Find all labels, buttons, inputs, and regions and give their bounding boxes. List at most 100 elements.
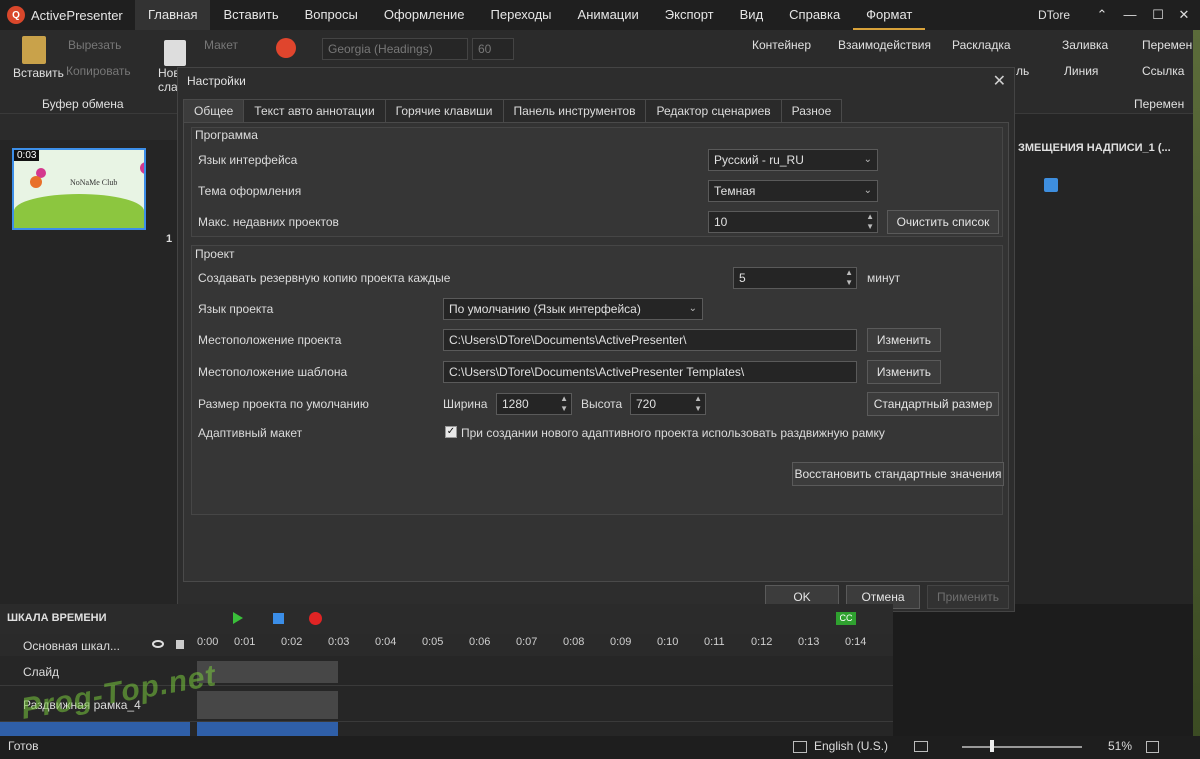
fit-window-icon[interactable] — [1146, 741, 1159, 753]
tab-general[interactable]: Общее — [183, 99, 245, 123]
width-value: 1280 — [502, 397, 529, 411]
adaptive-checkbox[interactable]: ✓ — [445, 426, 457, 438]
view-mode-icon[interactable] — [914, 741, 928, 752]
paste-icon[interactable] — [22, 36, 46, 64]
zoom-slider-handle[interactable] — [990, 740, 994, 752]
menu-insert[interactable]: Вставить — [210, 0, 291, 30]
timeline-ruler[interactable]: 0:00 0:01 0:02 0:03 0:04 0:05 0:06 0:07 … — [195, 634, 893, 656]
dialog-close-icon[interactable]: ✕ — [993, 71, 1006, 91]
status-text: Готов — [8, 739, 39, 753]
tab-toolbar[interactable]: Панель инструментов — [503, 99, 647, 123]
width-spinner[interactable]: 1280 ▲ ▼ — [496, 393, 572, 415]
container-button[interactable]: Контейнер — [752, 38, 811, 52]
desktop-background — [1193, 30, 1200, 759]
ui-language-label: Язык интерфейса — [198, 153, 298, 167]
closed-caption-icon[interactable]: CC — [836, 612, 856, 625]
shape-icon[interactable] — [276, 38, 296, 58]
line-button[interactable]: Линия — [1064, 64, 1098, 78]
tick-label: 0:10 — [657, 636, 679, 648]
fill-button[interactable]: Заливка — [1062, 38, 1108, 52]
project-language-select[interactable]: По умолчанию (Язык интерфейса) ⌄ — [443, 298, 703, 320]
slide-track-bar[interactable] — [197, 661, 338, 683]
menu-home[interactable]: Главная — [135, 0, 211, 30]
spinner-arrows-icon[interactable]: ▲ ▼ — [845, 268, 853, 288]
app-title: ActivePresenter — [31, 7, 123, 23]
menu-format[interactable]: Формат — [853, 0, 926, 30]
menu-export[interactable]: Экспорт — [652, 0, 727, 30]
paste-button[interactable]: Вставить — [13, 66, 64, 80]
eye-icon[interactable] — [152, 640, 164, 648]
new-slide-icon[interactable] — [164, 40, 186, 66]
dialog-titlebar: Настройки ✕ — [178, 68, 1014, 94]
spinner-arrows-icon[interactable]: ▲ ▼ — [866, 212, 874, 232]
copy-button[interactable]: Копировать — [66, 64, 131, 78]
menu-transitions[interactable]: Переходы — [478, 0, 565, 30]
cut-button[interactable]: Вырезать — [68, 38, 121, 52]
record-icon[interactable] — [309, 612, 322, 625]
menu-view[interactable]: Вид — [727, 0, 777, 30]
theme-value: Темная — [714, 184, 756, 198]
recent-projects-spinner[interactable]: 10 ▲ ▼ — [708, 211, 878, 233]
ribbon-collapse-icon[interactable]: ⌃ — [1088, 0, 1116, 30]
menu-animations[interactable]: Анимации — [565, 0, 652, 30]
lock-icon[interactable] — [176, 640, 184, 649]
tick-label: 0:11 — [704, 636, 725, 648]
selected-track-bar[interactable] — [197, 722, 338, 736]
ui-language-select[interactable]: Русский - ru_RU ⌄ — [708, 149, 878, 171]
tick-label: 0:14 — [845, 636, 867, 648]
change-project-location-button[interactable]: Изменить — [867, 328, 941, 352]
tick-label: 0:07 — [516, 636, 538, 648]
tab-script-editor[interactable]: Редактор сценариев — [646, 99, 782, 123]
play-icon[interactable] — [233, 612, 243, 624]
backup-unit: минут — [867, 271, 901, 285]
chevron-down-icon: ⌄ — [688, 303, 697, 314]
backup-spinner[interactable]: 5 ▲ ▼ — [733, 267, 857, 289]
slide-duration: 0:03 — [14, 150, 40, 161]
dialog-tabs: Общее Текст авто аннотации Горячие клави… — [183, 99, 843, 123]
keyboard-icon[interactable] — [793, 741, 807, 753]
tab-misc[interactable]: Разное — [781, 99, 843, 123]
properties-panel — [1015, 114, 1200, 604]
font-size-select[interactable]: 60 — [472, 38, 514, 60]
user-name[interactable]: DTore — [1038, 0, 1070, 30]
tab-hotkeys[interactable]: Горячие клавиши — [385, 99, 504, 123]
maximize-button[interactable]: ☐ — [1144, 0, 1172, 30]
chevron-down-icon: ⌄ — [863, 154, 872, 165]
tab-auto-annotation[interactable]: Текст авто аннотации — [244, 99, 386, 123]
minimize-button[interactable]: — — [1116, 0, 1144, 30]
properties-title: ЗМЕЩЕНИЯ НАДПИСИ_1 (... — [1018, 142, 1171, 154]
close-button[interactable]: ✕ — [1170, 0, 1198, 30]
tick-label: 0:09 — [610, 636, 632, 648]
backup-label: Создавать резервную копию проекта каждые — [198, 271, 451, 285]
move-button[interactable]: Перемен — [1142, 38, 1192, 52]
apply-button: Применить — [927, 585, 1009, 609]
zoom-level[interactable]: 51% — [1108, 739, 1132, 753]
template-location-field[interactable]: C:\Users\DTore\Documents\ActivePresenter… — [443, 361, 857, 383]
speaker-icon[interactable] — [1044, 178, 1058, 192]
adaptive-checkbox-label[interactable]: При создании нового адаптивного проекта … — [461, 426, 885, 440]
spinner-arrows-icon[interactable]: ▲ ▼ — [560, 394, 568, 414]
height-spinner[interactable]: 720 ▲ ▼ — [630, 393, 706, 415]
arrange-button[interactable]: Раскладка — [952, 38, 1011, 52]
spinner-arrows-icon[interactable]: ▲ ▼ — [694, 394, 702, 414]
standard-size-button[interactable]: Стандартный размер — [867, 392, 999, 416]
menu-help[interactable]: Справка — [776, 0, 853, 30]
clear-list-button[interactable]: Очистить список — [887, 210, 999, 234]
move-group-label: Перемен — [1134, 97, 1185, 111]
change-template-location-button[interactable]: Изменить — [867, 360, 941, 384]
restore-defaults-button[interactable]: Восстановить стандартные значения — [792, 462, 1004, 486]
main-scale-select[interactable]: Основная шкал... — [23, 639, 120, 653]
slider-track-bar[interactable] — [197, 691, 338, 719]
project-location-field[interactable]: C:\Users\DTore\Documents\ActivePresenter… — [443, 329, 857, 351]
settings-dialog: Настройки ✕ Общее Текст авто аннотации Г… — [177, 67, 1015, 612]
menu-design[interactable]: Оформление — [371, 0, 478, 30]
language-indicator[interactable]: English (U.S.) — [814, 739, 888, 753]
zoom-slider[interactable] — [962, 746, 1082, 748]
menu-questions[interactable]: Вопросы — [292, 0, 371, 30]
stop-icon[interactable] — [273, 613, 284, 624]
layout-button[interactable]: Макет — [204, 38, 238, 52]
interactions-button[interactable]: Взаимодействия — [838, 38, 931, 52]
theme-select[interactable]: Темная ⌄ — [708, 180, 878, 202]
font-name-select[interactable]: Georgia (Headings) — [322, 38, 468, 60]
link-button[interactable]: Ссылка — [1142, 64, 1184, 78]
